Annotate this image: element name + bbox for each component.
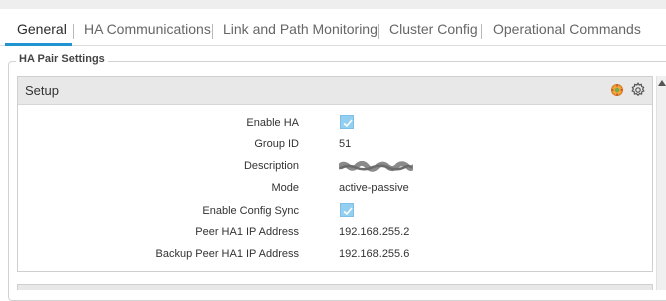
- enable-config-sync-checkbox[interactable]: [340, 203, 354, 217]
- tab-cluster-config[interactable]: Cluster Config: [389, 21, 478, 37]
- backup-peer-ha1-ip-value: 192.168.255.6: [339, 248, 410, 260]
- ping-status-icon[interactable]: [610, 83, 624, 97]
- scroll-up-arrow-icon[interactable]: [658, 80, 666, 86]
- gear-icon[interactable]: [630, 82, 646, 98]
- field-description: Description: [18, 158, 618, 176]
- field-backup-peer-ha1-ip: Backup Peer HA1 IP Address 192.168.255.6: [18, 246, 618, 264]
- field-mode: Mode active-passive: [18, 180, 618, 198]
- tab-general[interactable]: General: [17, 21, 67, 37]
- tab-separator: [378, 24, 379, 39]
- group-id-value: 51: [339, 138, 352, 150]
- enable-ha-checkbox[interactable]: [340, 115, 354, 129]
- field-label: Peer HA1 IP Address: [195, 226, 299, 238]
- mode-value: active-passive: [339, 182, 409, 194]
- tab-separator: [212, 24, 213, 39]
- field-label: Mode: [271, 182, 299, 194]
- field-enable-ha: Enable HA: [18, 115, 618, 133]
- field-peer-ha1-ip: Peer HA1 IP Address 192.168.255.2: [18, 224, 618, 242]
- top-strip: [0, 0, 666, 9]
- field-label: Enable Config Sync: [202, 205, 299, 217]
- active-tab-indicator: [5, 43, 72, 46]
- group-legend: HA Pair Settings: [16, 53, 108, 65]
- tab-link-path-monitoring[interactable]: Link and Path Monitoring: [223, 21, 378, 37]
- tab-operational-commands[interactable]: Operational Commands: [493, 21, 641, 37]
- setup-panel-title: Setup: [25, 83, 59, 98]
- setup-panel: Setup Enable HA Group ID 51 Description …: [17, 76, 653, 272]
- scrollbar[interactable]: [656, 76, 666, 290]
- tab-separator: [481, 24, 482, 39]
- field-label: Description: [243, 160, 299, 172]
- field-group-id: Group ID 51: [18, 136, 618, 154]
- tab-ha-communications[interactable]: HA Communications: [84, 21, 211, 37]
- field-label: Group ID: [254, 138, 299, 150]
- field-label: Backup Peer HA1 IP Address: [155, 248, 300, 260]
- field-enable-config-sync: Enable Config Sync: [18, 203, 618, 221]
- peer-ha1-ip-value: 192.168.255.2: [339, 226, 410, 238]
- setup-panel-header[interactable]: Setup: [18, 77, 652, 105]
- next-panel-header: [17, 284, 653, 290]
- description-redacted: [336, 160, 416, 176]
- tab-bar: General HA Communications Link and Path …: [0, 10, 666, 46]
- tab-separator: [73, 24, 74, 39]
- field-label: Enable HA: [246, 117, 299, 129]
